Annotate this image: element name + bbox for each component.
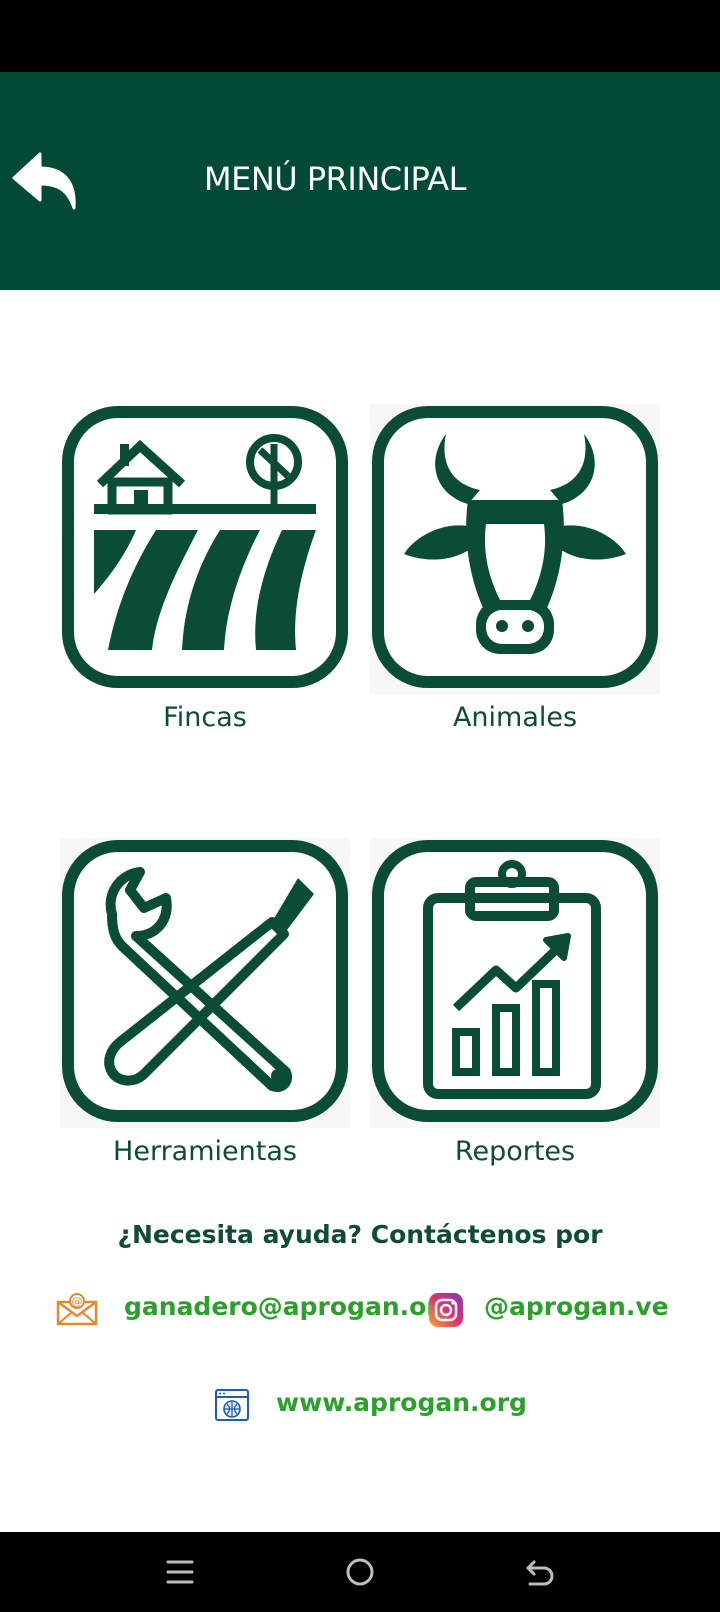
- help-text: ¿Necesita ayuda? Contáctenos por: [117, 1220, 603, 1249]
- tools-icon: [60, 838, 350, 1128]
- menu-tile-animales[interactable]: Animales: [370, 404, 660, 733]
- menu-tile-label: Animales: [452, 702, 578, 733]
- report-chart-icon: [370, 838, 660, 1128]
- svg-text:@: @: [72, 1295, 83, 1308]
- menu-tile-fincas[interactable]: Fincas: [60, 404, 350, 733]
- app-header: MENÚ PRINCIPAL: [0, 72, 720, 290]
- system-navigation-bar: [0, 1532, 720, 1612]
- menu-tile-herramientas[interactable]: Herramientas: [60, 838, 350, 1167]
- home-circle-icon: [346, 1558, 374, 1586]
- cow-icon: [370, 404, 660, 694]
- home-button[interactable]: [332, 1546, 388, 1598]
- instagram-link[interactable]: @aprogan.ve: [484, 1292, 669, 1321]
- system-back-button[interactable]: [512, 1546, 568, 1598]
- menu-tile-label: Herramientas: [113, 1136, 297, 1167]
- email-link[interactable]: ganadero@aprogan.org: [124, 1292, 457, 1321]
- instagram-icon: [429, 1293, 463, 1327]
- menu-tile-label: Reportes: [454, 1136, 576, 1167]
- menu-lines-icon: [166, 1560, 194, 1584]
- status-bar: [0, 0, 720, 72]
- menu-tile-label: Fincas: [163, 702, 247, 733]
- email-icon: @: [56, 1293, 98, 1326]
- website-link[interactable]: www.aprogan.org: [276, 1388, 527, 1417]
- system-back-icon: [526, 1560, 554, 1586]
- page-title: MENÚ PRINCIPAL: [203, 160, 467, 198]
- recents-button[interactable]: [152, 1546, 208, 1598]
- web-browser-icon: [215, 1389, 249, 1421]
- farm-icon: [60, 404, 350, 694]
- menu-tile-reportes[interactable]: Reportes: [370, 838, 660, 1167]
